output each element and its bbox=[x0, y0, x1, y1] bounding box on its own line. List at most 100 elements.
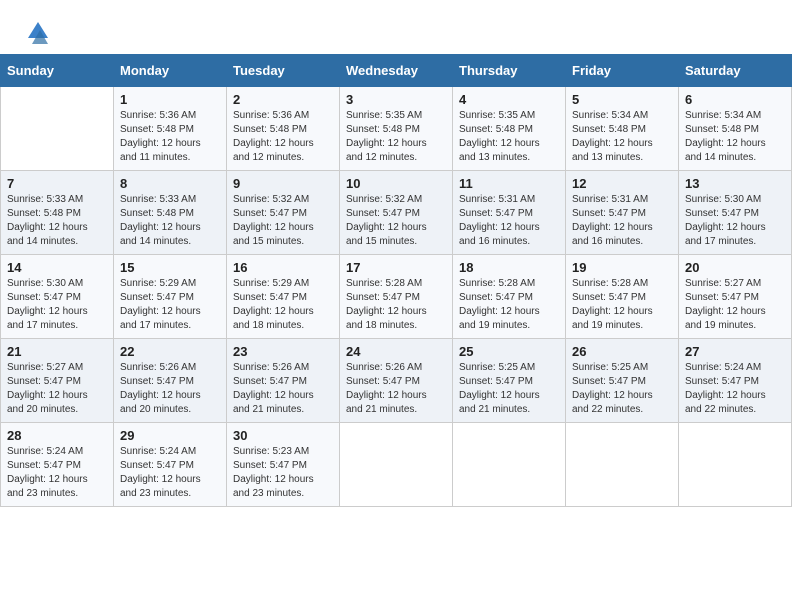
cell-info: Sunrise: 5:29 AM Sunset: 5:47 PM Dayligh… bbox=[120, 277, 220, 333]
cell-date-number: 8 bbox=[120, 176, 220, 191]
week-row-3: 14 Sunrise: 5:30 AM Sunset: 5:47 PM Dayli… bbox=[1, 255, 792, 339]
cell-info: Sunrise: 5:23 AM Sunset: 5:47 PM Dayligh… bbox=[233, 445, 333, 501]
cell-info: Sunrise: 5:24 AM Sunset: 5:47 PM Dayligh… bbox=[7, 445, 107, 501]
calendar-cell: 16Sunrise: 5:29 AM Sunset: 5:47 PM Dayli… bbox=[227, 255, 340, 339]
calendar-cell: 14 Sunrise: 5:30 AM Sunset: 5:47 PM Dayli… bbox=[1, 255, 114, 339]
calendar-cell: 17 Sunrise: 5:28 AM Sunset: 5:47 PM Dayli… bbox=[340, 255, 453, 339]
weekday-header-wednesday: Wednesday bbox=[340, 55, 453, 87]
cell-date-number: 3 bbox=[346, 92, 446, 107]
page: SundayMondayTuesdayWednesdayThursdayFrid… bbox=[0, 0, 792, 507]
calendar-cell: 19 Sunrise: 5:28 AM Sunset: 5:47 PM Dayli… bbox=[566, 255, 679, 339]
calendar-cell: 10 Sunrise: 5:32 AM Sunset: 5:47 PM Dayli… bbox=[340, 171, 453, 255]
calendar-cell: 28 Sunrise: 5:24 AM Sunset: 5:47 PM Dayli… bbox=[1, 423, 114, 507]
calendar-cell: 13 Sunrise: 5:30 AM Sunset: 5:47 PM Dayli… bbox=[679, 171, 792, 255]
cell-date-number: 19 bbox=[572, 260, 672, 275]
calendar-cell: 9 Sunrise: 5:32 AM Sunset: 5:47 PM Daylig… bbox=[227, 171, 340, 255]
cell-info: Sunrise: 5:36 AM Sunset: 5:48 PM Dayligh… bbox=[120, 109, 220, 165]
weekday-header-monday: Monday bbox=[114, 55, 227, 87]
calendar-cell: 29 Sunrise: 5:24 AM Sunset: 5:47 PM Dayli… bbox=[114, 423, 227, 507]
cell-info: Sunrise: 5:26 AM Sunset: 5:47 PM Dayligh… bbox=[120, 361, 220, 417]
cell-date-number: 10 bbox=[346, 176, 446, 191]
cell-date-number: 20 bbox=[685, 260, 785, 275]
calendar-cell bbox=[340, 423, 453, 507]
cell-date-number: 18 bbox=[459, 260, 559, 275]
calendar-cell: 27 Sunrise: 5:24 AM Sunset: 5:47 PM Dayli… bbox=[679, 339, 792, 423]
cell-date-number: 27 bbox=[685, 344, 785, 359]
calendar-cell: 20 Sunrise: 5:27 AM Sunset: 5:47 PM Dayli… bbox=[679, 255, 792, 339]
calendar-cell: 30 Sunrise: 5:23 AM Sunset: 5:47 PM Dayli… bbox=[227, 423, 340, 507]
calendar-cell: 11 Sunrise: 5:31 AM Sunset: 5:47 PM Dayli… bbox=[453, 171, 566, 255]
calendar-cell: 26 Sunrise: 5:25 AM Sunset: 5:47 PM Dayli… bbox=[566, 339, 679, 423]
cell-date-number: 29 bbox=[120, 428, 220, 443]
cell-info: Sunrise: 5:28 AM Sunset: 5:47 PM Dayligh… bbox=[346, 277, 446, 333]
cell-info: Sunrise: 5:27 AM Sunset: 5:47 PM Dayligh… bbox=[685, 277, 785, 333]
cell-info: Sunrise: 5:24 AM Sunset: 5:47 PM Dayligh… bbox=[685, 361, 785, 417]
cell-date-number: 17 bbox=[346, 260, 446, 275]
logo bbox=[24, 18, 50, 46]
calendar-cell: 3 Sunrise: 5:35 AM Sunset: 5:48 PM Daylig… bbox=[340, 87, 453, 171]
cell-info: Sunrise: 5:27 AM Sunset: 5:47 PM Dayligh… bbox=[7, 361, 107, 417]
cell-date-number: 2 bbox=[233, 92, 333, 107]
cell-info: Sunrise: 5:34 AM Sunset: 5:48 PM Dayligh… bbox=[572, 109, 672, 165]
cell-info: Sunrise: 5:31 AM Sunset: 5:47 PM Dayligh… bbox=[572, 193, 672, 249]
cell-date-number: 15 bbox=[120, 260, 220, 275]
cell-info: Sunrise: 5:32 AM Sunset: 5:47 PM Dayligh… bbox=[346, 193, 446, 249]
week-row-5: 28 Sunrise: 5:24 AM Sunset: 5:47 PM Dayli… bbox=[1, 423, 792, 507]
cell-info: Sunrise: 5:30 AM Sunset: 5:47 PM Dayligh… bbox=[685, 193, 785, 249]
cell-date-number: 1 bbox=[120, 92, 220, 107]
calendar-cell bbox=[1, 87, 114, 171]
header bbox=[0, 0, 792, 54]
cell-date-number: 16 bbox=[233, 260, 333, 275]
weekday-header-friday: Friday bbox=[566, 55, 679, 87]
cell-info: Sunrise: 5:36 AM Sunset: 5:48 PM Dayligh… bbox=[233, 109, 333, 165]
cell-date-number: 6 bbox=[685, 92, 785, 107]
cell-info: Sunrise: 5:26 AM Sunset: 5:47 PM Dayligh… bbox=[346, 361, 446, 417]
calendar-cell: 5 Sunrise: 5:34 AM Sunset: 5:48 PM Daylig… bbox=[566, 87, 679, 171]
cell-info: Sunrise: 5:28 AM Sunset: 5:47 PM Dayligh… bbox=[572, 277, 672, 333]
cell-date-number: 28 bbox=[7, 428, 107, 443]
cell-info: Sunrise: 5:35 AM Sunset: 5:48 PM Dayligh… bbox=[346, 109, 446, 165]
calendar-cell: 7Sunrise: 5:33 AM Sunset: 5:48 PM Daylig… bbox=[1, 171, 114, 255]
cell-date-number: 23 bbox=[233, 344, 333, 359]
cell-date-number: 13 bbox=[685, 176, 785, 191]
cell-date-number: 11 bbox=[459, 176, 559, 191]
calendar-cell: 15 Sunrise: 5:29 AM Sunset: 5:47 PM Dayli… bbox=[114, 255, 227, 339]
cell-date-number: 26 bbox=[572, 344, 672, 359]
cell-info: Sunrise: 5:25 AM Sunset: 5:47 PM Dayligh… bbox=[459, 361, 559, 417]
week-row-1: 1 Sunrise: 5:36 AM Sunset: 5:48 PM Daylig… bbox=[1, 87, 792, 171]
cell-info: Sunrise: 5:33 AM Sunset: 5:48 PM Dayligh… bbox=[7, 193, 107, 249]
cell-date-number: 22 bbox=[120, 344, 220, 359]
calendar-cell: 21 Sunrise: 5:27 AM Sunset: 5:47 PM Dayli… bbox=[1, 339, 114, 423]
calendar-cell: 1 Sunrise: 5:36 AM Sunset: 5:48 PM Daylig… bbox=[114, 87, 227, 171]
cell-info: Sunrise: 5:35 AM Sunset: 5:48 PM Dayligh… bbox=[459, 109, 559, 165]
weekday-header-thursday: Thursday bbox=[453, 55, 566, 87]
calendar-cell: 24Sunrise: 5:26 AM Sunset: 5:47 PM Dayli… bbox=[340, 339, 453, 423]
cell-info: Sunrise: 5:32 AM Sunset: 5:47 PM Dayligh… bbox=[233, 193, 333, 249]
cell-date-number: 14 bbox=[7, 260, 107, 275]
weekday-header-saturday: Saturday bbox=[679, 55, 792, 87]
cell-info: Sunrise: 5:25 AM Sunset: 5:47 PM Dayligh… bbox=[572, 361, 672, 417]
calendar-cell bbox=[453, 423, 566, 507]
calendar-cell: 2 Sunrise: 5:36 AM Sunset: 5:48 PM Daylig… bbox=[227, 87, 340, 171]
cell-info: Sunrise: 5:33 AM Sunset: 5:48 PM Dayligh… bbox=[120, 193, 220, 249]
cell-info: Sunrise: 5:31 AM Sunset: 5:47 PM Dayligh… bbox=[459, 193, 559, 249]
calendar-cell bbox=[566, 423, 679, 507]
calendar-cell: 23 Sunrise: 5:26 AM Sunset: 5:47 PM Dayli… bbox=[227, 339, 340, 423]
cell-info: Sunrise: 5:34 AM Sunset: 5:48 PM Dayligh… bbox=[685, 109, 785, 165]
cell-date-number: 9 bbox=[233, 176, 333, 191]
calendar-cell: 12 Sunrise: 5:31 AM Sunset: 5:47 PM Dayli… bbox=[566, 171, 679, 255]
calendar-cell: 25Sunrise: 5:25 AM Sunset: 5:47 PM Dayli… bbox=[453, 339, 566, 423]
cell-date-number: 30 bbox=[233, 428, 333, 443]
week-row-2: 7Sunrise: 5:33 AM Sunset: 5:48 PM Daylig… bbox=[1, 171, 792, 255]
logo-icon bbox=[26, 18, 50, 46]
cell-info: Sunrise: 5:28 AM Sunset: 5:47 PM Dayligh… bbox=[459, 277, 559, 333]
calendar-cell: 18 Sunrise: 5:28 AM Sunset: 5:47 PM Dayli… bbox=[453, 255, 566, 339]
cell-info: Sunrise: 5:26 AM Sunset: 5:47 PM Dayligh… bbox=[233, 361, 333, 417]
weekday-header-tuesday: Tuesday bbox=[227, 55, 340, 87]
cell-date-number: 12 bbox=[572, 176, 672, 191]
cell-info: Sunrise: 5:30 AM Sunset: 5:47 PM Dayligh… bbox=[7, 277, 107, 333]
cell-info: Sunrise: 5:24 AM Sunset: 5:47 PM Dayligh… bbox=[120, 445, 220, 501]
calendar-table: SundayMondayTuesdayWednesdayThursdayFrid… bbox=[0, 54, 792, 507]
cell-date-number: 21 bbox=[7, 344, 107, 359]
cell-date-number: 5 bbox=[572, 92, 672, 107]
